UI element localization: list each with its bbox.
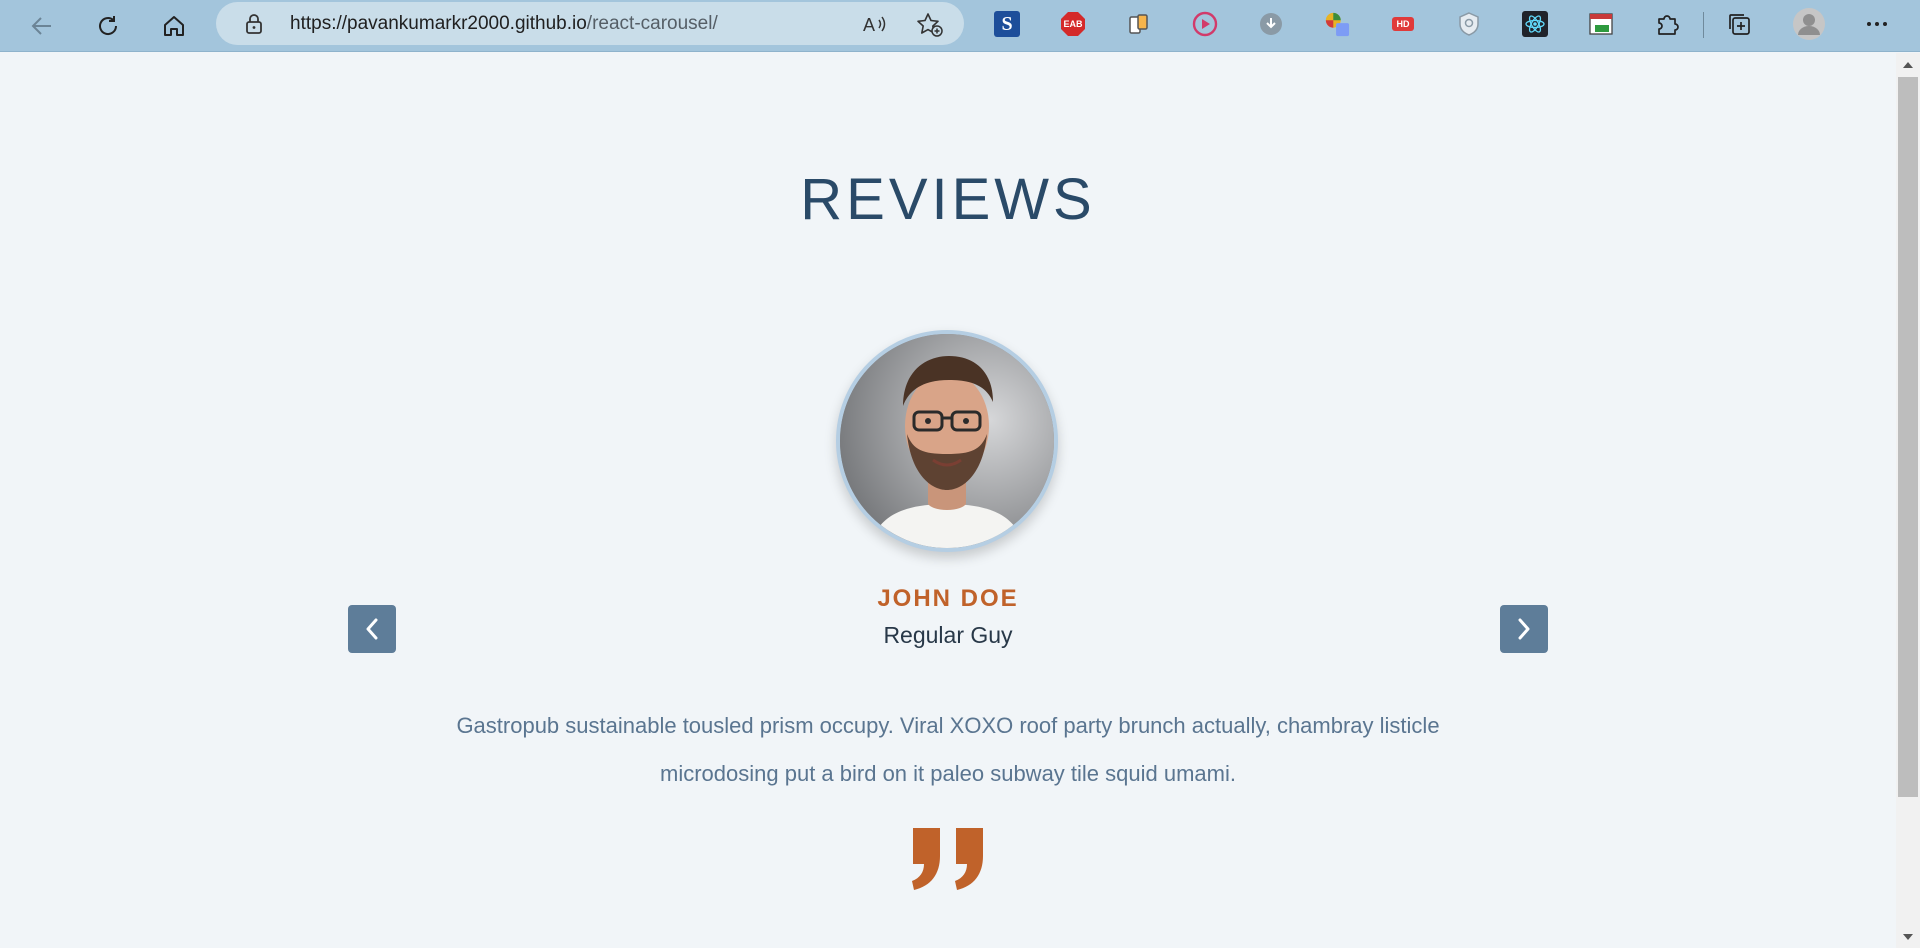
more-options-icon[interactable] <box>1864 11 1890 37</box>
url-host: https://pavankumarkr2000.github.io <box>290 13 587 34</box>
s-extension-icon[interactable]: S <box>994 11 1020 37</box>
add-favorite-icon[interactable] <box>916 12 944 38</box>
reviewer-name: JOHN DOE <box>877 585 1019 612</box>
person-photo <box>840 334 1054 548</box>
collections-icon[interactable] <box>1726 11 1752 37</box>
eab-label: EAB <box>1063 19 1083 29</box>
scrollbar-thumb[interactable] <box>1898 77 1918 797</box>
scroll-down-arrow-icon[interactable] <box>1898 928 1918 946</box>
hd-extension-icon[interactable]: HD <box>1390 11 1416 37</box>
browser-toolbar: https://pavankumarkr2000.github.io/react… <box>0 0 1920 52</box>
read-aloud-icon[interactable]: A <box>862 12 888 36</box>
refresh-button[interactable] <box>88 6 128 46</box>
device-mode-extension-icon[interactable] <box>1126 11 1152 37</box>
home-icon <box>164 16 184 36</box>
url-text[interactable]: https://pavankumarkr2000.github.io/react… <box>290 2 718 45</box>
shield-extension-icon[interactable] <box>1456 11 1482 37</box>
react-devtools-icon[interactable] <box>1522 11 1548 37</box>
eab-extension-icon[interactable]: EAB <box>1060 11 1086 37</box>
play-extension-icon[interactable] <box>1192 11 1218 37</box>
chevron-right-icon <box>1518 618 1530 640</box>
lock-icon[interactable] <box>244 13 264 35</box>
html-validator-icon[interactable] <box>1588 11 1614 37</box>
url-path: /react-carousel/ <box>586 13 718 34</box>
toolbar-separator <box>1703 12 1704 38</box>
back-button[interactable] <box>22 6 62 46</box>
reviewer-job: Regular Guy <box>883 622 1013 648</box>
refresh-icon <box>99 16 118 35</box>
page-title: REVIEWS <box>800 167 1096 232</box>
quote-icon <box>912 828 983 890</box>
profile-avatar-icon[interactable] <box>1792 7 1826 41</box>
download-extension-icon[interactable] <box>1258 11 1284 37</box>
previous-review-button[interactable] <box>348 605 396 653</box>
extensions-puzzle-icon[interactable] <box>1654 11 1680 37</box>
address-bar[interactable]: https://pavankumarkr2000.github.io/react… <box>216 2 964 45</box>
reviewer-avatar <box>836 330 1058 552</box>
chevron-left-icon <box>366 618 378 640</box>
back-arrow-icon <box>31 17 51 35</box>
home-button[interactable] <box>154 6 194 46</box>
svg-text:A: A <box>863 15 875 35</box>
review-text: Gastropub sustainable tousled prism occu… <box>456 713 1440 786</box>
color-picker-extension-icon[interactable] <box>1324 11 1350 37</box>
scroll-up-arrow-icon[interactable] <box>1898 56 1918 74</box>
next-review-button[interactable] <box>1500 605 1548 653</box>
hd-label: HD <box>1396 19 1410 29</box>
